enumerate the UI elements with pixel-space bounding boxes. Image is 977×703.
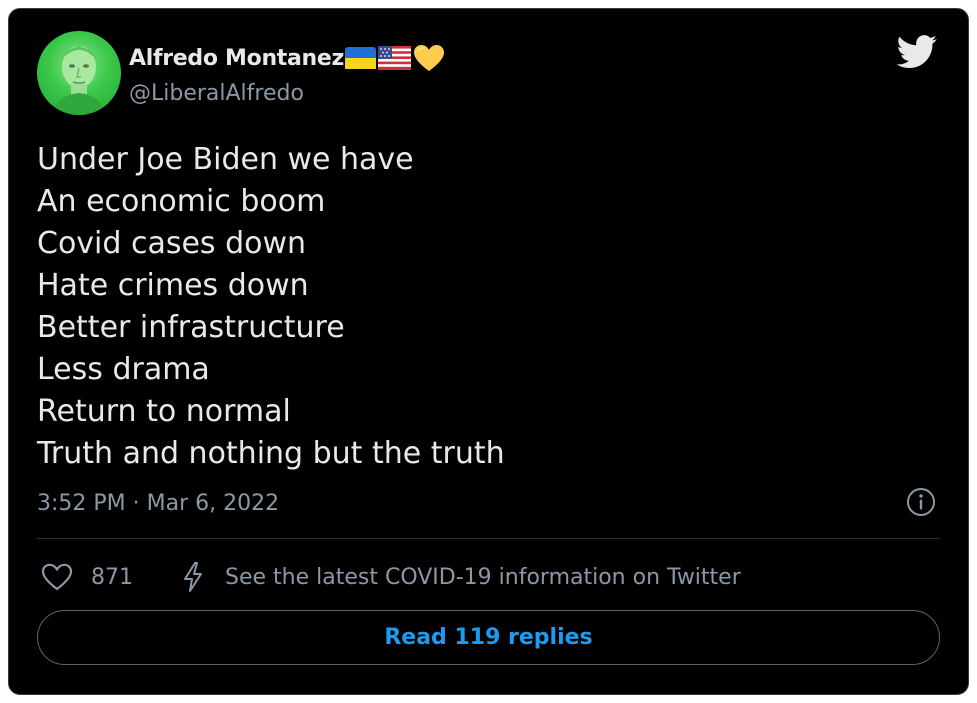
- like-count: 871: [91, 564, 133, 590]
- divider: [37, 538, 940, 539]
- action-bar: 871 See the latest COVID-19 information …: [41, 560, 741, 594]
- avatar-photo-icon: [51, 46, 107, 115]
- name-row: Alfredo Montanez: [129, 43, 445, 73]
- read-replies-button[interactable]: Read 119 replies: [37, 610, 940, 665]
- tweet-line: Under Joe Biden we have: [37, 142, 414, 177]
- tweet-line: Truth and nothing but the truth: [37, 436, 505, 471]
- tweet-timestamp[interactable]: 3:52 PM · Mar 6, 2022: [37, 491, 279, 516]
- covid-info-label: See the latest COVID-19 information on T…: [225, 564, 741, 590]
- like-button[interactable]: 871: [41, 563, 133, 591]
- tweet-line: Less drama: [37, 352, 210, 387]
- tweet-card: Alfredo Montanez @LiberalAlfredo Under J…: [8, 8, 969, 695]
- tweet-line: Return to normal: [37, 394, 291, 429]
- yellow-heart-icon: [414, 45, 445, 71]
- author-block: Alfredo Montanez @LiberalAlfredo: [129, 43, 445, 106]
- info-icon[interactable]: [906, 487, 936, 517]
- lightning-bolt-icon: [184, 562, 202, 592]
- name-badges: [345, 44, 445, 72]
- ukraine-flag-icon: [345, 47, 377, 69]
- tweet-line: An economic boom: [37, 184, 326, 219]
- avatar[interactable]: [37, 31, 121, 115]
- us-flag-icon: [378, 46, 412, 70]
- covid-info-link[interactable]: See the latest COVID-19 information on T…: [181, 561, 741, 593]
- tweet-line: Hate crimes down: [37, 268, 309, 303]
- tweet-text: Under Joe Biden we have An economic boom…: [37, 139, 505, 475]
- tweet-line: Better infrastructure: [37, 310, 345, 345]
- tweet-line: Covid cases down: [37, 226, 307, 261]
- author-name[interactable]: Alfredo Montanez: [129, 46, 344, 71]
- author-handle[interactable]: @LiberalAlfredo: [129, 81, 445, 106]
- twitter-bird-icon[interactable]: [896, 35, 938, 74]
- heart-icon: [41, 563, 73, 591]
